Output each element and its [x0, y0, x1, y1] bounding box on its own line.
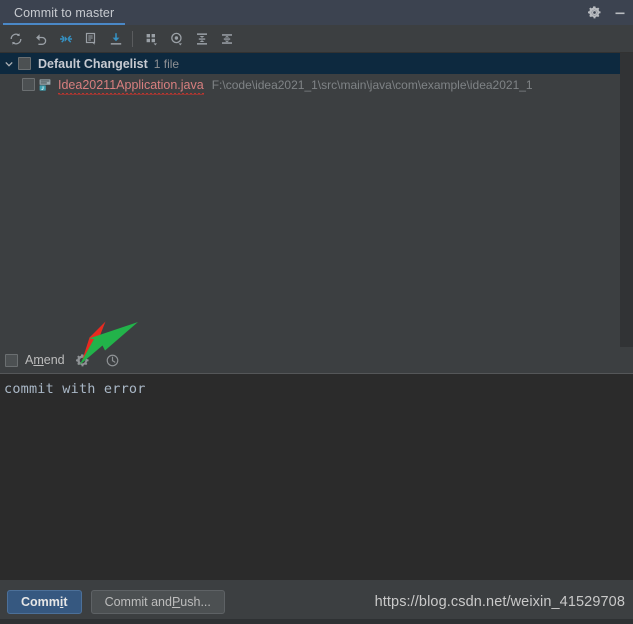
expand-all-button[interactable] [189, 26, 214, 51]
commit-button-suffix: t [63, 595, 68, 609]
settings-gear-button[interactable] [581, 0, 607, 25]
tab-label: Commit to master [14, 5, 115, 20]
edit-source-icon [85, 32, 95, 45]
changes-tree-panel: Default Changelist 1 file Idea20211Appli… [0, 53, 633, 347]
changes-tree[interactable]: Default Changelist 1 file Idea20211Appli… [0, 53, 620, 347]
commit-button-prefix: Comm [21, 595, 60, 609]
amend-checkbox[interactable] [5, 353, 18, 367]
refresh-button[interactable] [3, 26, 28, 51]
update-icon [110, 32, 121, 45]
commit-and-push-prefix: Commit and [104, 595, 172, 609]
error-squiggle-icon [58, 92, 204, 95]
commit-changes-dialog: Commit to master Default Changelist 1 fi… [0, 0, 633, 624]
minimize-button[interactable] [607, 0, 633, 25]
minimize-icon [615, 12, 625, 14]
table-row[interactable]: Idea20211Application.java F:\code\idea20… [0, 74, 620, 95]
commit-message-editor[interactable]: commit with error [0, 373, 633, 580]
tab-commit-to-master[interactable]: Commit to master [0, 0, 128, 25]
amend-bar: Amend [0, 347, 633, 373]
commit-message-history-button[interactable] [101, 349, 125, 371]
amend-label: Amend [25, 353, 65, 367]
changelist-name: Default Changelist [38, 56, 148, 71]
java-class-icon [37, 77, 53, 93]
show-diff-icon [59, 34, 72, 43]
commit-options-gear-button[interactable] [71, 349, 95, 371]
group-by-icon [146, 33, 157, 45]
commit-message-text[interactable]: commit with error [0, 374, 633, 397]
update-button[interactable] [103, 26, 128, 51]
rollback-button[interactable] [28, 26, 53, 51]
preview-diff-icon [170, 32, 182, 45]
commit-options-gear-icon [76, 353, 89, 366]
rollback-icon [35, 33, 46, 45]
commit-and-push-button[interactable]: Commit and Push... [90, 590, 225, 614]
chevron-down-icon[interactable] [0, 59, 18, 69]
group-by-button[interactable] [139, 26, 164, 51]
dialog-bottom-edge [0, 619, 633, 624]
changelist-row[interactable]: Default Changelist 1 file [0, 53, 620, 74]
changelist-file-count: 1 file [153, 56, 180, 71]
preview-diff-button[interactable] [164, 26, 189, 51]
commit-message-history-clock-icon [106, 354, 119, 366]
commit-button[interactable]: Comm i t [7, 590, 82, 614]
toolbar-separator [132, 30, 133, 47]
show-diff-button[interactable] [53, 26, 78, 51]
changelist-checkbox[interactable] [18, 57, 31, 70]
file-name-label[interactable]: Idea20211Application.java [58, 78, 204, 95]
edit-source-button[interactable] [78, 26, 103, 51]
commit-and-push-suffix: ush... [180, 595, 211, 609]
expand-all-icon [196, 32, 207, 45]
collapse-all-button[interactable] [214, 26, 239, 51]
window-titlebar: Commit to master [0, 0, 633, 25]
amend-label-mnemonic: m [33, 353, 44, 367]
tree-scrollbar[interactable] [620, 53, 633, 347]
file-path-label: F:\code\idea2021_1\src\main\java\com\exa… [211, 77, 533, 92]
gear-icon [587, 6, 601, 19]
file-checkbox[interactable] [22, 78, 35, 91]
commit-and-push-mnemonic: P [171, 595, 181, 609]
refresh-icon [10, 32, 21, 45]
amend-label-suffix: end [43, 353, 65, 367]
tab-active-underline [3, 23, 126, 25]
collapse-all-icon [221, 33, 232, 44]
changes-toolbar [0, 25, 633, 53]
dialog-button-bar: Comm i t Commit and Push... https://blog.c… [0, 580, 633, 624]
watermark-url: https://blog.csdn.net/weixin_41529708 [374, 594, 625, 610]
